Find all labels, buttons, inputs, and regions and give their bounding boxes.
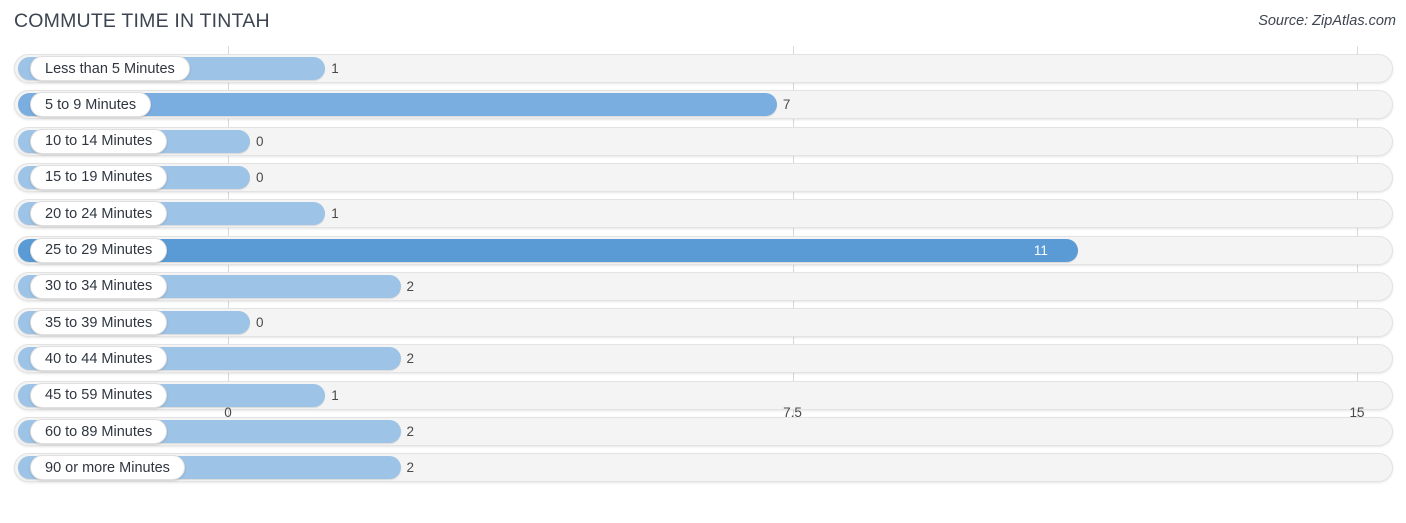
bar-row[interactable]: 15 to 19 Minutes 0 [14,162,1393,192]
bar-category-label: 90 or more Minutes [30,455,185,481]
bar-category-label: 20 to 24 Minutes [30,201,168,227]
bar-category-label: Less than 5 Minutes [30,56,190,81]
bar-category-label: 40 to 44 Minutes [30,346,168,372]
bar-value-label: 2 [406,278,415,294]
bar-row[interactable]: Less than 5 Minutes 1 [14,54,1393,83]
bar-category-label-text: Less than 5 Minutes [45,60,175,77]
bar-category-label-text: 5 to 9 Minutes [45,96,137,113]
page-title: COMMUTE TIME IN TINTAH [14,10,270,32]
x-axis: 0 7.5 15 [0,393,1406,437]
bar-category-label-text: 35 to 39 Minutes [45,314,153,331]
axis-tick-label: 15 [1349,405,1365,420]
bar-value-label: 7 [782,97,791,113]
bar-category-label-text: 40 to 44 Minutes [45,350,153,367]
bar-value-label: 11 [1033,242,1048,258]
bar-row[interactable]: 20 to 24 Minutes 1 [14,199,1393,229]
bar-row[interactable]: 5 to 9 Minutes 7 [14,90,1393,120]
bar-value-label: 0 [256,315,264,331]
bar-row[interactable]: 25 to 29 Minutes 11 [14,235,1393,265]
bar-category-label: 30 to 34 Minutes [30,273,168,299]
axis-tick-label: 7.5 [783,405,802,420]
bar-value-label: 1 [331,206,339,222]
bar-category-label-text: 25 to 29 Minutes [45,242,153,258]
bar-row[interactable]: 30 to 34 Minutes 2 [14,271,1393,301]
bar-fill[interactable] [18,238,1078,262]
bar-category-label: 10 to 14 Minutes [30,128,168,154]
bar-value-label: 0 [256,133,264,149]
bar-category-label: 15 to 19 Minutes [30,164,168,190]
bar-row[interactable]: 90 or more Minutes 2 [14,453,1393,483]
bar-category-label: 35 to 39 Minutes [30,310,168,336]
bar-value-label: 0 [256,169,264,185]
bar-category-label-text: 30 to 34 Minutes [45,278,153,295]
bar-category-label-text: 10 to 14 Minutes [45,133,153,150]
axis-tick-label: 0 [224,405,232,420]
bar-row[interactable]: 35 to 39 Minutes 0 [14,308,1393,338]
bar-category-label-text: 20 to 24 Minutes [45,205,153,222]
bar-category-label-text: 90 or more Minutes [45,459,170,476]
bar-value-label: 1 [331,61,339,76]
bar-category-label: 25 to 29 Minutes [30,237,168,263]
bar-category-label: 5 to 9 Minutes [30,92,152,118]
bar-category-label-text: 15 to 19 Minutes [45,169,153,186]
chart-header: COMMUTE TIME IN TINTAH Source: ZipAtlas.… [0,0,1406,46]
bar-value-label: 2 [406,460,415,476]
bar-value-label: 2 [406,351,415,367]
bar-row[interactable]: 40 to 44 Minutes 2 [14,344,1393,374]
bar-row[interactable]: 10 to 14 Minutes 0 [14,126,1393,156]
source-attribution: Source: ZipAtlas.com [1258,13,1396,29]
